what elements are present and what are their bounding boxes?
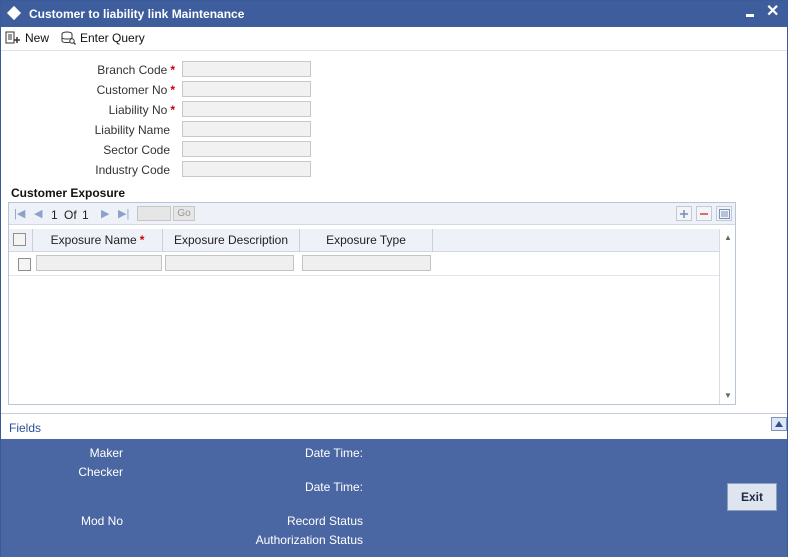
new-record-icon (5, 31, 20, 44)
liability-name-label: Liability Name (94, 123, 170, 137)
grid-pager: |◀ ◀ 1 Of 1 ▶ ▶| Go (9, 203, 735, 225)
collapse-toggle-button[interactable] (771, 417, 787, 431)
liability-no-input[interactable] (182, 101, 311, 117)
checker-date-time-label: Date Time: (304, 480, 363, 494)
liability-name-input[interactable] (182, 121, 311, 137)
plus-icon (680, 209, 688, 218)
maker-label: Maker (89, 446, 123, 460)
toolbar: New Enter Query (1, 27, 787, 51)
window-title: Customer to liability link Maintenance (29, 7, 245, 21)
required-marker: * (139, 233, 145, 247)
row-checkbox[interactable] (18, 258, 31, 271)
single-view-button[interactable] (716, 206, 732, 221)
exposure-description-input[interactable] (165, 255, 294, 271)
authorization-status-label: Authorization Status (255, 533, 363, 547)
customer-no-label: Customer No * (7, 83, 175, 97)
customer-exposure-title: Customer Exposure (11, 186, 126, 200)
industry-code-input[interactable] (182, 161, 311, 177)
total-pages: 1 (82, 208, 89, 222)
exposure-name-input[interactable] (36, 255, 162, 271)
table-row (9, 252, 719, 276)
select-all-cell (9, 229, 33, 252)
required-marker: * (170, 63, 175, 77)
chevron-up-icon (775, 421, 783, 427)
mod-no-label: Mod No (80, 514, 123, 528)
maintenance-window: Customer to liability link Maintenance ✕… (0, 0, 788, 557)
customer-no-input[interactable] (182, 81, 311, 97)
branch-code-label-text: Branch Code (97, 63, 168, 77)
first-page-icon[interactable]: |◀ (14, 207, 25, 220)
enter-query-icon (61, 31, 76, 45)
sector-code-input[interactable] (182, 141, 311, 157)
add-row-button[interactable] (676, 206, 692, 221)
enter-query-label: Enter Query (80, 31, 145, 45)
current-page: 1 (51, 208, 58, 222)
liability-no-label-text: Liability No (108, 103, 168, 117)
grid-header: Exposure Name * Exposure Description Expo… (9, 229, 719, 252)
new-label: New (25, 31, 50, 45)
scroll-up-icon[interactable]: ▲ (724, 233, 732, 242)
col-exposure-name-label: Exposure Name (50, 233, 137, 247)
minimize-icon[interactable] (746, 14, 754, 17)
required-marker: * (170, 103, 175, 117)
exit-button[interactable]: Exit (727, 483, 777, 511)
previous-page-icon[interactable]: ◀ (34, 207, 42, 220)
industry-code-label: Industry Code (95, 163, 170, 177)
col-exposure-description[interactable]: Exposure Description (163, 229, 300, 252)
page-number-input[interactable] (137, 206, 171, 221)
select-all-checkbox[interactable] (13, 233, 26, 246)
sector-code-label: Sector Code (103, 143, 170, 157)
scroll-down-icon[interactable]: ▼ (724, 391, 732, 400)
fields-link[interactable]: Fields (9, 421, 41, 435)
next-page-icon[interactable]: ▶ (101, 207, 109, 220)
exposure-grid: |◀ ◀ 1 Of 1 ▶ ▶| Go Exposure Name * Expo… (8, 202, 736, 405)
new-button[interactable]: New (5, 29, 49, 47)
record-status-label: Record Status (286, 514, 363, 528)
exposure-type-input[interactable] (302, 255, 431, 271)
grid-scrollbar[interactable]: ▲ ▼ (719, 229, 735, 404)
required-marker: * (170, 83, 175, 97)
customer-no-label-text: Customer No (96, 83, 168, 97)
branch-code-input[interactable] (182, 61, 311, 77)
title-bar: Customer to liability link Maintenance ✕ (1, 1, 787, 27)
go-button[interactable]: Go (173, 206, 195, 221)
app-diamond-icon (6, 5, 22, 21)
last-page-icon[interactable]: ▶| (118, 207, 129, 220)
delete-row-button[interactable] (696, 206, 712, 221)
list-icon (718, 208, 730, 219)
col-exposure-type[interactable]: Exposure Type (300, 229, 433, 252)
close-icon[interactable]: ✕ (766, 3, 779, 21)
checker-label: Checker (78, 465, 123, 479)
col-exposure-name[interactable]: Exposure Name * (33, 229, 163, 252)
page-of-label: Of (64, 208, 77, 222)
minus-icon (700, 212, 708, 215)
fields-bar: Fields (1, 413, 787, 439)
maker-date-time-label: Date Time: (304, 446, 363, 460)
branch-code-label: Branch Code * (7, 63, 175, 77)
enter-query-button[interactable]: Enter Query (60, 29, 145, 47)
liability-no-label: Liability No * (7, 103, 175, 117)
